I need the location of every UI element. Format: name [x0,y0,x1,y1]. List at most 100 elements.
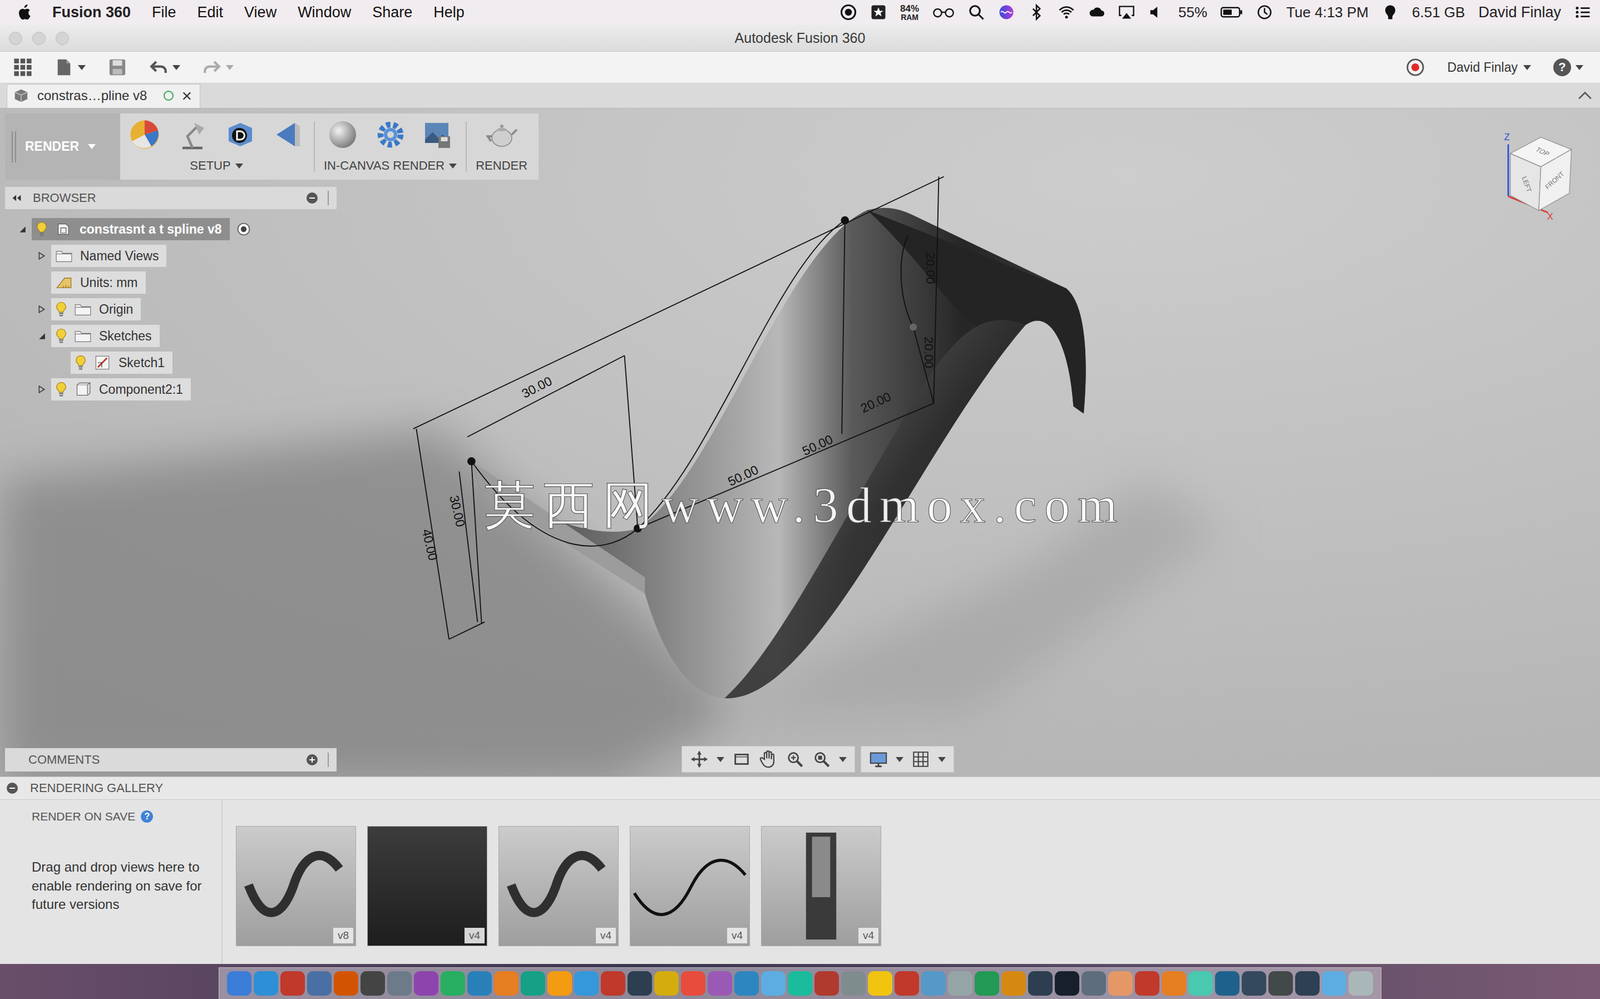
help-menu[interactable]: ? [1553,58,1584,77]
dock-app-icon[interactable] [734,971,759,996]
display-settings-icon[interactable] [868,749,888,769]
dock-app-icon[interactable] [761,971,786,996]
dock-app-icon[interactable] [1054,971,1080,996]
look-at-icon[interactable] [732,749,752,769]
clock[interactable]: Tue 4:13 PM [1286,3,1369,22]
dock-app-icon[interactable] [1161,971,1187,996]
apple-icon[interactable] [16,3,32,21]
collapse-icon[interactable] [37,332,46,340]
caret-icon[interactable] [716,757,725,763]
decal-icon[interactable] [223,117,258,152]
view-cube[interactable]: ZXTOPLEFTFRONT [1494,129,1577,226]
app-menu[interactable]: Fusion 360 [52,3,131,22]
dock-app-icon[interactable] [814,971,839,996]
dock-app-icon[interactable] [1268,971,1293,996]
dock-app-icon[interactable] [680,971,706,996]
dock-app-icon[interactable] [921,971,946,996]
resize-handle-icon[interactable] [327,752,332,768]
expand-icon[interactable] [37,252,46,260]
zoom-icon[interactable] [55,31,69,46]
dock-app-icon[interactable] [307,971,332,996]
dimension-label[interactable]: 50.00 [800,431,836,459]
dock-app-icon[interactable] [627,971,653,996]
dimension-label[interactable]: 20.00 [921,336,937,369]
dock-app-icon[interactable] [1188,971,1213,996]
wifi-icon[interactable] [1058,3,1075,21]
collapse-panel-icon[interactable] [10,193,23,203]
volume-icon[interactable] [1148,3,1165,21]
save-icon[interactable] [107,57,127,77]
dock-app-icon[interactable] [280,971,305,996]
render-thumbnail[interactable]: v8 [235,826,357,947]
dock-app-icon[interactable] [1134,971,1160,996]
time-machine-icon[interactable] [1256,3,1273,21]
visibility-bulb-icon[interactable] [36,221,48,237]
render-thumbnail[interactable]: v4 [761,826,882,947]
cloud-icon[interactable] [1088,3,1105,21]
sheet-body[interactable] [471,208,1086,699]
cube-front[interactable] [1538,149,1572,211]
help-button[interactable]: ? [140,810,153,823]
file-menu[interactable] [54,57,86,77]
dock-app-icon[interactable] [520,971,546,996]
render-thumbnail[interactable]: v4 [498,826,619,947]
caret-icon[interactable] [838,757,847,763]
dimension-label[interactable]: 40.00 [419,527,441,562]
in-canvas-render-icon[interactable] [326,117,360,152]
dock-app-icon[interactable] [974,971,1000,996]
tab-close-button[interactable]: × [181,86,192,105]
browser-item[interactable]: Component2:1 [5,376,337,403]
comments-panel[interactable]: COMMENTS [5,748,337,772]
tool-group[interactable]: SETUP [127,117,305,176]
dock-app-icon[interactable] [226,971,252,996]
texture-map-icon[interactable] [271,117,305,152]
menu-item[interactable]: Window [297,3,352,22]
browser-item[interactable]: constrasnt a t spline v8 [5,215,337,243]
visibility-bulb-icon[interactable] [55,381,67,398]
dimension-label[interactable]: 20.00 [858,389,894,417]
browser-item[interactable]: Units: mm [5,269,337,296]
tool-group[interactable]: RENDER [475,117,528,176]
dock-app-icon[interactable] [1215,971,1240,996]
menu-item[interactable]: Share [372,3,413,22]
scene-settings-icon[interactable] [175,117,210,152]
dimension-label[interactable]: 20.00 [923,252,938,284]
workspace-switcher[interactable]: RENDER [5,113,121,180]
dock-app-icon[interactable] [574,971,599,996]
dimension-label[interactable]: 30.00 [446,494,468,529]
data-panel-icon[interactable] [13,57,33,77]
expand-icon[interactable] [37,385,46,394]
visibility-bulb-icon[interactable] [55,301,67,318]
dock-app-icon[interactable] [467,971,492,996]
dock-app-icon[interactable] [841,971,866,996]
dock-app-icon[interactable] [413,971,439,996]
orbit-icon[interactable] [689,749,709,769]
render-thumbnail[interactable]: v4 [367,826,488,947]
dock-app-icon[interactable] [1081,971,1106,996]
zoom-icon[interactable] [785,749,805,769]
dimension-label[interactable]: 30.00 [519,373,555,402]
glasses-icon[interactable] [932,3,955,21]
battery-percent[interactable]: 55% [1178,3,1208,22]
dock-app-icon[interactable] [654,971,679,996]
dock-app-icon[interactable] [600,971,626,996]
airplay-icon[interactable] [1118,3,1135,21]
user-menu[interactable]: David Finlay [1478,3,1562,22]
menu-item[interactable]: Edit [197,3,224,22]
dock-app-icon[interactable] [707,971,733,996]
dock-app-icon[interactable] [253,971,279,996]
dock-app-icon[interactable] [1241,971,1267,996]
render-settings-icon[interactable] [373,117,408,152]
job-status-icon[interactable] [1405,57,1425,77]
visibility-bulb-icon[interactable] [75,354,87,371]
menu-item[interactable]: View [244,3,277,22]
browser-item[interactable]: Origin [5,295,337,323]
browser-item[interactable]: Named Views [5,242,337,270]
collapse-gallery-icon[interactable] [6,782,18,794]
menu-item[interactable]: Help [433,3,465,22]
menu-item[interactable]: File [151,3,177,22]
render-icon[interactable] [485,117,519,152]
dock-app-icon[interactable] [333,971,359,996]
search-icon[interactable] [968,3,985,21]
record-icon[interactable] [840,3,857,21]
